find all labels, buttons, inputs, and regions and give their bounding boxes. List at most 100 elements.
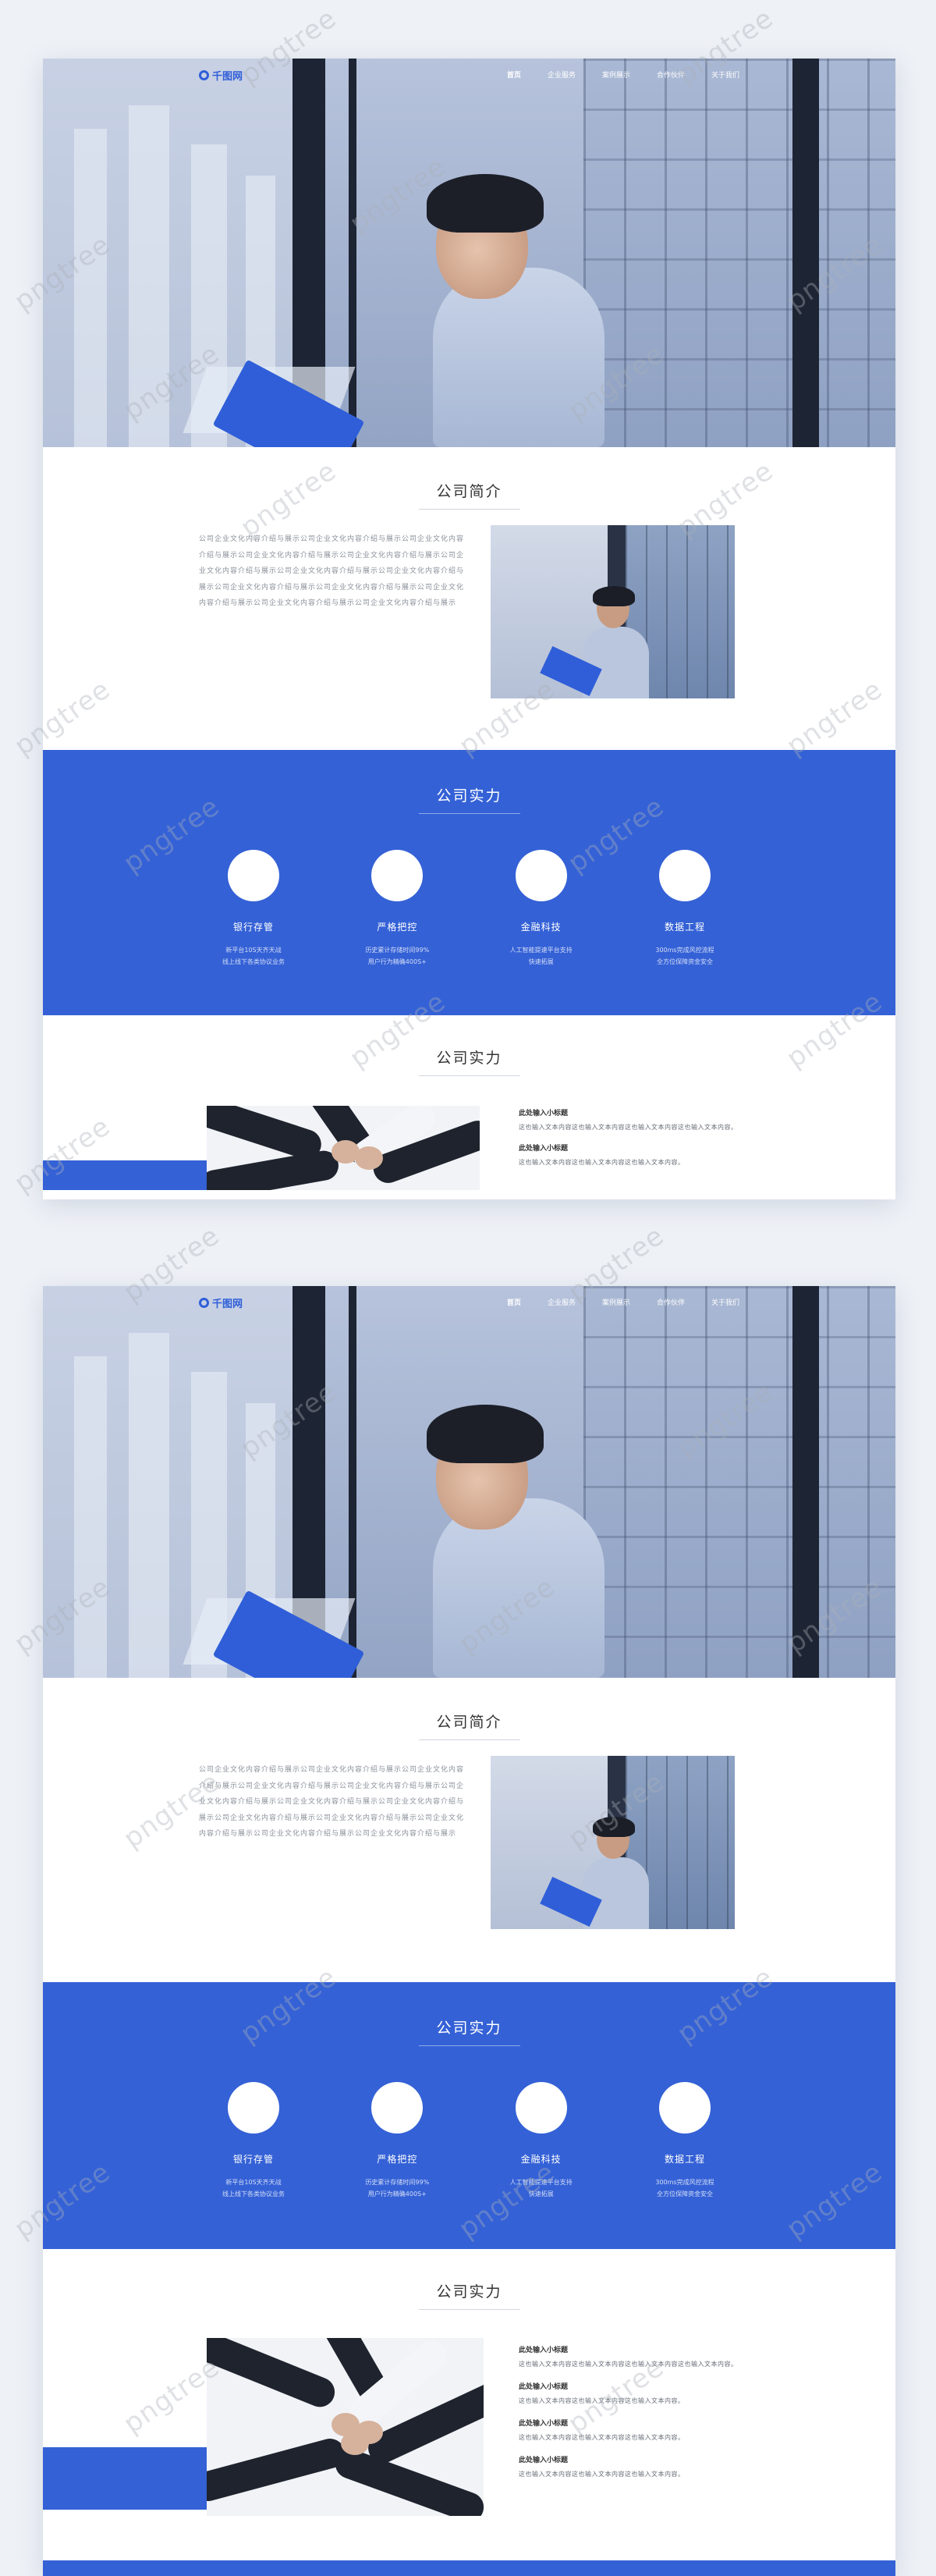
title-divider	[418, 1075, 520, 1076]
title-divider	[418, 2309, 520, 2310]
nav-links: 首页 企业服务 案例展示 合作伙伴 关于我们	[507, 69, 739, 80]
nav-item-about[interactable]: 关于我们	[711, 1297, 739, 1307]
feature-desc-line: 全方位保障资金安全	[656, 958, 713, 965]
sub-title: 此处输入小标题	[519, 2457, 569, 2464]
intro-section: 公司简介 公司企业文化内容介绍与展示公司企业文化内容介绍与展示公司企业文化内容介…	[43, 447, 895, 750]
feature-item: 严格把控 历史累计存储时间99% 用户行为精确400S+	[342, 2082, 452, 2200]
feature-desc-line: 人工智能提速平台支持	[509, 947, 573, 954]
nav-item-about[interactable]: 关于我们	[711, 69, 739, 80]
feature-title: 数据工程	[664, 922, 705, 933]
feature-desc-line: 新平台10S天齐天战	[225, 2179, 282, 2186]
feature-desc-line: 用户行为精确400S+	[367, 958, 427, 965]
website-mockup-2: 千图网 首页 企业服务 案例展示 合作伙伴 关于我们 公司简介 公司企业文化内容…	[43, 1286, 895, 2576]
strength-title: 公司实力	[436, 2020, 502, 2037]
nav-item-services[interactable]: 企业服务	[548, 69, 576, 80]
list-item: 此处输入小标题 这也输入文本内容这也输入文本内容这也输入文本内容。	[519, 2454, 753, 2480]
feature-item: 金融科技 人工智能提速平台支持 快速拓展	[487, 2082, 596, 2200]
feature-title: 严格把控	[377, 922, 418, 933]
accent-bar	[43, 1160, 207, 1190]
intro-title: 公司简介	[436, 1714, 502, 1731]
sub-text: 这也输入文本内容这也输入文本内容这也输入文本内容。	[519, 1159, 685, 1166]
sub-text: 这也输入文本内容这也输入文本内容这也输入文本内容这也输入文本内容。	[519, 1124, 738, 1131]
hero-banner: 千图网 首页 企业服务 案例展示 合作伙伴 关于我们	[43, 59, 895, 447]
strength-detail-title: 公司实力	[436, 1050, 502, 1067]
nav-item-cases[interactable]: 案例展示	[602, 1297, 630, 1307]
title-divider	[418, 2045, 520, 2046]
nav-item-cases[interactable]: 案例展示	[602, 69, 630, 80]
circle-icon	[371, 850, 424, 901]
title-divider	[418, 509, 520, 510]
intro-photo	[491, 525, 735, 698]
feature-item: 银行存管 新平台10S天齐天战 线上线下各类协议业务	[199, 2082, 308, 2200]
logo-text: 千图网	[212, 71, 243, 83]
feature-item: 严格把控 历史累计存储时间99% 用户行为精确400S+	[342, 850, 452, 968]
top-nav: 千图网 首页 企业服务 案例展示 合作伙伴 关于我们	[43, 1286, 895, 1317]
feature-desc-line: 快速拓展	[528, 2190, 554, 2198]
feature-desc: 300ms完成风控流程 全方位保障资金安全	[630, 944, 739, 968]
circle-icon	[371, 2082, 424, 2134]
feature-desc-line: 线上线下各类协议业务	[222, 2190, 285, 2198]
site-logo[interactable]: 千图网	[199, 68, 243, 83]
sub-text: 这也输入文本内容这也输入文本内容这也输入文本内容这也输入文本内容。	[519, 2361, 738, 2368]
feature-item: 金融科技 人工智能提速平台支持 快速拓展	[487, 850, 596, 968]
list-item: 此处输入小标题 这也输入文本内容这也输入文本内容这也输入文本内容这也输入文本内容…	[519, 2344, 753, 2370]
feature-desc: 历史累计存储时间99% 用户行为精确400S+	[342, 2176, 452, 2200]
intro-section: 公司简介 公司企业文化内容介绍与展示公司企业文化内容介绍与展示公司企业文化内容介…	[43, 1678, 895, 1982]
sub-text: 这也输入文本内容这也输入文本内容这也输入文本内容。	[519, 2434, 685, 2441]
feature-desc-line: 历史累计存储时间99%	[365, 2179, 430, 2186]
intro-text: 公司企业文化内容介绍与展示公司企业文化内容介绍与展示公司企业文化内容介绍与展示公…	[199, 535, 465, 607]
list-item: 此处输入小标题 这也输入文本内容这也输入文本内容这也输入文本内容。	[519, 2381, 753, 2407]
intro-text: 公司企业文化内容介绍与展示公司企业文化内容介绍与展示公司企业文化内容介绍与展示公…	[199, 1766, 465, 1838]
feature-list: 银行存管 新平台10S天齐天战 线上线下各类协议业务 严格把控 历史累计存储时间…	[199, 2082, 739, 2200]
canvas: 千图网 首页 企业服务 案例展示 合作伙伴 关于我们 公司简介 公司企业文化内容…	[0, 0, 936, 2576]
detail-list: 此处输入小标题 这也输入文本内容这也输入文本内容这也输入文本内容这也输入文本内容…	[519, 2344, 753, 2491]
feature-item: 银行存管 新平台10S天齐天战 线上线下各类协议业务	[199, 850, 308, 968]
feature-desc: 人工智能提速平台支持 快速拓展	[487, 944, 596, 968]
circle-icon	[228, 850, 279, 901]
nav-item-partners[interactable]: 合作伙伴	[657, 1297, 685, 1307]
team-photo	[207, 1106, 480, 1190]
circle-icon	[515, 2082, 567, 2134]
nav-item-home[interactable]: 首页	[507, 69, 521, 80]
team-photo	[207, 2338, 484, 2516]
hero-banner: 千图网 首页 企业服务 案例展示 合作伙伴 关于我们	[43, 1286, 895, 1678]
nav-item-home[interactable]: 首页	[507, 1297, 521, 1307]
feature-desc-line: 历史累计存储时间99%	[365, 947, 430, 954]
footer-strip	[43, 2560, 895, 2576]
strength-detail-section: 公司实力 此处输入小标题 这也输入文本内容这也输入文本内容这也输入文本内容这也输…	[43, 2249, 895, 2576]
list-item: 此处输入小标题 这也输入文本内容这也输入文本内容这也输入文本内容。	[519, 1142, 753, 1168]
site-logo[interactable]: 千图网	[199, 1295, 243, 1310]
sub-text: 这也输入文本内容这也输入文本内容这也输入文本内容。	[519, 2471, 685, 2478]
list-item: 此处输入小标题 这也输入文本内容这也输入文本内容这也输入文本内容。	[519, 2418, 753, 2443]
nav-item-services[interactable]: 企业服务	[548, 1297, 576, 1307]
accent-bar	[43, 2447, 207, 2510]
sub-text: 这也输入文本内容这也输入文本内容这也输入文本内容。	[519, 2397, 685, 2404]
feature-item: 数据工程 300ms完成风控流程 全方位保障资金安全	[630, 850, 739, 968]
feature-desc: 300ms完成风控流程 全方位保障资金安全	[630, 2176, 739, 2200]
sub-title: 此处输入小标题	[519, 2347, 569, 2354]
feature-desc-line: 人工智能提速平台支持	[509, 2179, 573, 2186]
circle-icon	[658, 850, 711, 901]
title-divider	[418, 813, 520, 814]
feature-desc-line: 用户行为精确400S+	[367, 2190, 427, 2198]
circle-icon	[228, 2082, 279, 2134]
strength-section: 公司实力 银行存管 新平台10S天齐天战 线上线下各类协议业务 严格把控 历史累…	[43, 750, 895, 1015]
feature-item: 数据工程 300ms完成风控流程 全方位保障资金安全	[630, 2082, 739, 2200]
feature-desc-line: 300ms完成风控流程	[655, 947, 714, 954]
feature-title: 金融科技	[520, 2154, 562, 2165]
logo-icon	[199, 1298, 209, 1308]
strength-detail-section: 公司实力 此处输入小标题 这也输入文本内容这也输入文本内容这也输入文本内容这也输…	[43, 1015, 895, 1199]
logo-text: 千图网	[212, 1299, 243, 1310]
top-nav: 千图网 首页 企业服务 案例展示 合作伙伴 关于我们	[43, 59, 895, 90]
circle-icon	[515, 850, 567, 901]
hero-window	[583, 1286, 895, 1678]
feature-list: 银行存管 新平台10S天齐天战 线上线下各类协议业务 严格把控 历史累计存储时间…	[199, 850, 739, 968]
nav-links: 首页 企业服务 案例展示 合作伙伴 关于我们	[507, 1297, 739, 1307]
feature-desc: 人工智能提速平台支持 快速拓展	[487, 2176, 596, 2200]
nav-item-partners[interactable]: 合作伙伴	[657, 69, 685, 80]
feature-desc: 历史累计存储时间99% 用户行为精确400S+	[342, 944, 452, 968]
strength-title: 公司实力	[436, 787, 502, 805]
sub-title: 此处输入小标题	[519, 1145, 569, 1153]
intro-photo	[491, 1756, 735, 1929]
feature-desc-line: 300ms完成风控流程	[655, 2179, 714, 2186]
